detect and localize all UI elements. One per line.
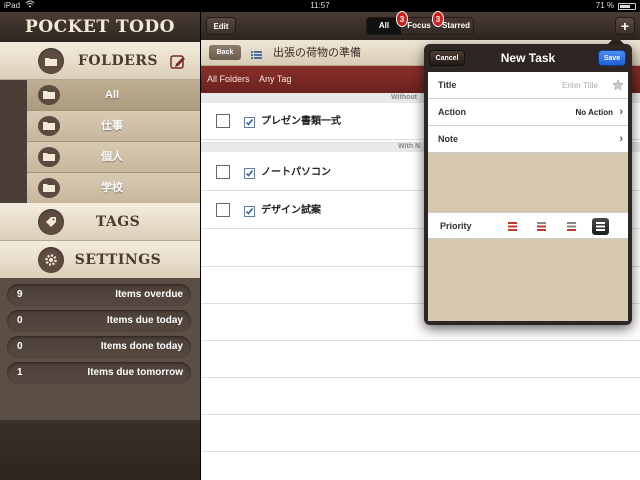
folder-icon [38,85,60,105]
sidebar-footer [0,420,200,480]
task-title: ノートパソコン [261,167,331,178]
save-button[interactable]: Save [598,50,626,66]
star-icon[interactable] [612,79,624,93]
folder-icon [38,178,60,198]
folder-icon [38,48,64,74]
summary-count: 0 [17,341,23,352]
summary-overdue[interactable]: 9 Items overdue [7,284,191,306]
action-field[interactable]: Action No Action › [428,99,628,126]
empty-row [201,415,640,452]
priority-option-high[interactable] [504,218,521,235]
tags-label: TAGS [95,214,141,230]
summary-count: 9 [17,289,23,300]
summary-count: 1 [17,367,23,378]
folder-item-work[interactable]: 仕事 [27,111,200,142]
edit-button[interactable]: Edit [206,17,236,35]
task-checkbox[interactable] [216,114,230,128]
task-title: プレゼン書類一式 [261,116,341,127]
folders-header[interactable]: FOLDERS [0,42,200,80]
chevron-right-icon: › [619,106,623,118]
title-label: Title [438,80,457,90]
folder-item-school[interactable]: 学校 [27,173,200,204]
priority-option-medium[interactable] [533,218,550,235]
gear-icon [38,247,64,273]
empty-row [201,378,640,415]
summary-due-tomorrow[interactable]: 1 Items due tomorrow [7,362,191,384]
note-label: Note [438,134,458,144]
summary-label: Items done today [100,341,183,352]
tag-icon [38,209,64,235]
folder-label: 仕事 [101,120,123,132]
summary-panel: 9 Items overdue 0 Items due today 0 Item… [0,278,200,428]
chevron-right-icon: › [619,133,623,145]
tags-header[interactable]: TAGS [0,203,200,241]
battery-percent: 71 % [595,1,614,10]
app-logo: POCKET TODO [0,12,200,42]
title-field[interactable]: Title Enter Title [428,72,628,99]
task-checkbox[interactable] [216,203,230,217]
tag-filter[interactable]: Any Tag [259,66,291,93]
summary-label: Items due tomorrow [87,367,183,378]
folder-filter[interactable]: All Folders [207,66,250,93]
filter-segmented-control: All Focus Starred 3 3 [366,11,474,35]
settings-header[interactable]: SETTINGS [0,241,200,279]
priority-label: Priority [440,221,472,231]
folder-item-personal[interactable]: 個人 [27,142,200,173]
summary-done-today[interactable]: 0 Items done today [7,336,191,358]
list-icon [251,47,263,65]
checklist-icon [244,115,255,133]
group-label: With N [398,143,421,150]
new-task-popover: Cancel New Task Save Title Enter Title A… [424,44,632,325]
priority-option-none[interactable] [592,218,609,235]
checklist-icon [244,204,255,222]
folder-list: All 仕事 個人 学校 [0,80,200,205]
folder-label: 個人 [101,151,123,163]
edit-folder-icon[interactable] [170,54,186,75]
group-label: Without [391,94,417,101]
status-bar: iPad 11:57 71 % [0,0,640,12]
folder-label: All [104,89,120,101]
action-label: Action [438,107,466,117]
folder-item-all[interactable]: All [27,80,200,111]
folder-label: 学校 [101,182,123,194]
folder-icon [38,147,60,167]
summary-label: Items due today [106,315,183,326]
popover-header: Cancel New Task Save [424,44,632,72]
clock: 11:57 [310,1,330,10]
priority-row: Priority [428,212,628,239]
sidebar: POCKET TODO FOLDERS All 仕事 個人 学校 TAGS SE… [0,12,200,480]
battery-icon [618,3,636,10]
task-title: デザイン試案 [261,205,321,216]
summary-due-today[interactable]: 0 Items due today [7,310,191,332]
summary-count: 0 [17,315,23,326]
priority-option-low[interactable] [563,218,580,235]
summary-label: Items overdue [115,289,183,300]
toolbar: Edit All Focus Starred 3 3 + [201,11,640,40]
folder-icon [38,116,60,136]
checklist-icon [244,166,255,184]
action-value: No Action [575,108,613,117]
task-checkbox[interactable] [216,165,230,179]
note-field[interactable]: Note › [428,126,628,153]
new-task-form: Title Enter Title Action No Action › Not… [428,72,628,321]
list-title: 出張の荷物の準備 [273,47,361,59]
folders-label: FOLDERS [77,53,159,69]
add-task-button[interactable]: + [615,17,635,35]
focus-badge: 3 [396,11,408,27]
title-input[interactable]: Enter Title [562,72,598,99]
starred-badge: 3 [432,11,444,27]
settings-label: SETTINGS [74,252,162,268]
empty-row [201,341,640,378]
back-button[interactable]: Back [209,45,241,60]
